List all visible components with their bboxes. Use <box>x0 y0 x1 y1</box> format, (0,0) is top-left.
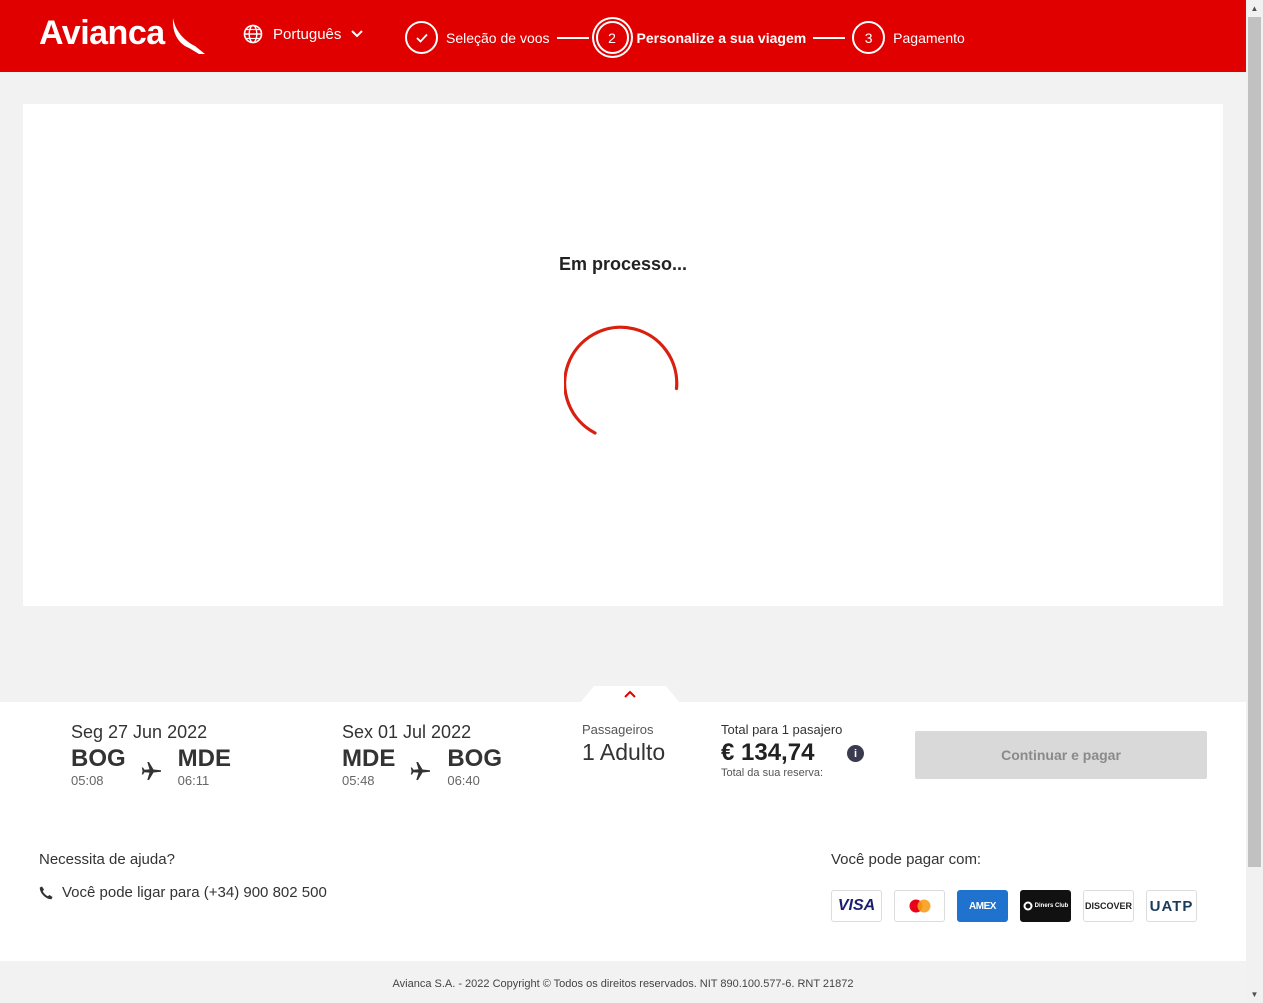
departure-time: 05:08 <box>71 773 104 788</box>
header-bar: Avianca Português Seleção de voos 2 Pers… <box>0 0 1246 72</box>
help-phone[interactable]: Você pode ligar para (+34) 900 802 500 <box>39 884 327 901</box>
scroll-up-arrow-icon[interactable]: ▲ <box>1246 0 1263 17</box>
step-3-circle: 3 <box>852 21 886 54</box>
total-price-info: Total para 1 pasajero € 134,74 Total da … <box>721 722 842 779</box>
diners-club-logo: Diners Club <box>1020 890 1071 922</box>
step-3-label: Pagamento <box>893 29 965 46</box>
total-reservation-label: Total da sua reserva: <box>721 767 824 779</box>
discover-logo: DISCOVER <box>1083 890 1134 922</box>
summary-toggle-tab[interactable] <box>580 686 680 703</box>
airplane-icon <box>411 762 431 780</box>
language-selector[interactable]: Português <box>243 24 364 44</box>
step-personalize: 2 Personalize a sua viagem <box>595 21 807 54</box>
page-scrollbar[interactable]: ▲ ▼ <box>1246 0 1263 1003</box>
help-section: Necessita de ajuda? Você pode ligar para… <box>39 851 327 901</box>
phone-text: Você pode ligar para (+34) 900 802 500 <box>62 884 327 901</box>
step-1-label: Seleção de voos <box>446 29 550 46</box>
avianca-logo[interactable]: Avianca <box>39 14 207 58</box>
step-2-label: Personalize a sua viagem <box>636 29 807 46</box>
arrival-time: 06:40 <box>447 773 480 788</box>
destination-code: BOG <box>447 745 503 772</box>
scrollbar-thumb[interactable] <box>1248 17 1261 867</box>
footer: Avianca S.A. - 2022 Copyright © Todos os… <box>0 961 1246 1003</box>
outbound-date: Seg 27 Jun 2022 <box>71 722 208 742</box>
airplane-icon <box>141 762 161 780</box>
payment-methods: Você pode pagar com: VISA AMEX Diners Cl… <box>831 851 1209 922</box>
scroll-down-arrow-icon[interactable]: ▼ <box>1246 986 1263 1003</box>
mastercard-logo <box>894 890 945 922</box>
globe-icon <box>243 24 263 44</box>
continue-and-pay-button[interactable]: Continuar e pagar <box>915 731 1207 779</box>
destination-code: MDE <box>177 745 232 772</box>
step-connector <box>556 36 589 39</box>
return-flight: Sex 01 Jul 2022 MDE 05:48 BOG 06:40 <box>342 722 502 788</box>
step-1-circle <box>405 21 438 54</box>
payment-card-list: VISA AMEX Diners Club DISCOVER UATP <box>831 890 1209 922</box>
outbound-flight: Seg 27 Jun 2022 BOG 05:08 MDE 06:11 <box>71 722 231 788</box>
passengers-value: 1 Adulto <box>582 739 666 765</box>
passengers-info: Passageiros 1 Adulto <box>582 722 665 766</box>
return-date: Sex 01 Jul 2022 <box>342 722 472 742</box>
loading-spinner-icon <box>564 325 679 435</box>
step-connector <box>813 36 846 39</box>
origin-code: BOG <box>71 745 126 772</box>
departure-time: 05:48 <box>342 773 375 788</box>
arrival-time: 06:11 <box>177 773 210 788</box>
booking-steps: Seleção de voos 2 Personalize a sua viag… <box>405 21 965 54</box>
origin-code: MDE <box>342 745 396 772</box>
check-icon <box>415 33 428 43</box>
language-label: Português <box>273 25 342 43</box>
diners-club-text: Diners Club <box>1034 903 1069 909</box>
amex-logo: AMEX <box>957 890 1008 922</box>
step-2-circle: 2 <box>595 21 629 54</box>
help-title: Necessita de ajuda? <box>39 851 175 868</box>
booking-summary: Seg 27 Jun 2022 BOG 05:08 MDE 06:11 Sex … <box>0 702 1246 961</box>
footer-copyright: Avianca S.A. - 2022 Copyright © Todos os… <box>392 978 854 990</box>
total-price: € 134,74 <box>721 739 815 766</box>
step-payment: 3 Pagamento <box>852 21 965 54</box>
logo-bird-icon <box>172 18 205 54</box>
logo-text: Avianca <box>39 14 165 52</box>
chevron-down-icon <box>351 30 364 38</box>
total-label: Total para 1 pasajero <box>721 722 843 737</box>
info-icon[interactable]: i <box>847 745 864 762</box>
processing-message: Em processo... <box>558 254 688 274</box>
phone-icon <box>39 886 53 899</box>
uatp-logo: UATP <box>1146 890 1197 922</box>
step-flight-selection[interactable]: Seleção de voos <box>405 21 550 54</box>
processing-card: Em processo... <box>23 104 1223 606</box>
passengers-label: Passageiros <box>582 722 654 737</box>
visa-logo: VISA <box>831 890 882 922</box>
payment-methods-title: Você pode pagar com: <box>831 851 982 868</box>
